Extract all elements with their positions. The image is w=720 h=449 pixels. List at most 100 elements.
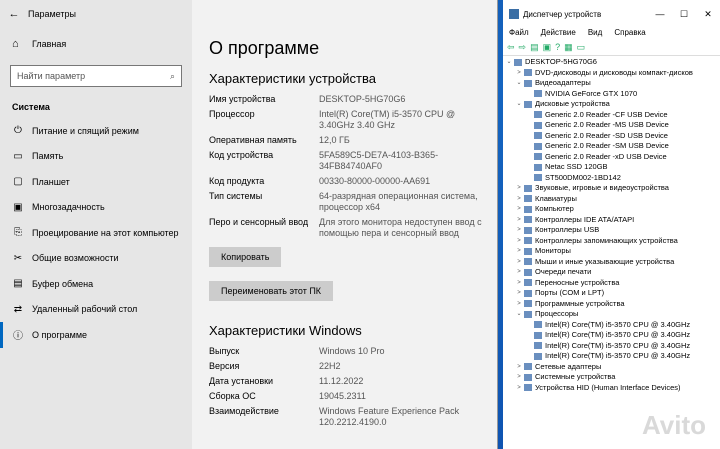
help-icon[interactable]: ? [555,42,560,53]
device-icon [524,247,532,255]
expand-arrow-icon[interactable]: > [515,278,523,289]
tree-node[interactable]: Intel(R) Core(TM) i5-3570 CPU @ 3.40GHz [503,320,720,331]
tree-node[interactable]: > Мыши и иные указывающие устройства [503,257,720,268]
tree-node-label: Generic 2.0 Reader -MS USB Device [545,120,669,129]
dm-minimize-button[interactable]: — [648,0,672,28]
tree-node[interactable]: NVIDIA GeForce GTX 1070 [503,89,720,100]
device-icon [524,289,532,297]
avito-watermark: Avito [641,410,706,440]
back-arrow-icon[interactable]: ← [0,8,28,20]
expand-arrow-icon[interactable]: > [515,225,523,236]
update-driver-icon[interactable]: ▣ [543,42,552,53]
expand-arrow-icon[interactable]: > [515,68,523,79]
scan-icon[interactable]: ▦ [564,42,573,53]
sidebar-item[interactable]: ▭ Память [0,144,192,170]
tree-node[interactable]: ⌄ Дисковые устройства [503,99,720,110]
tree-node[interactable]: Generic 2.0 Reader -SD USB Device [503,131,720,142]
menu-item[interactable]: Файл [509,28,529,40]
sidebar-item[interactable]: ▣ Многозадачность [0,195,192,221]
expand-arrow-icon[interactable]: > [515,204,523,215]
tree-node[interactable]: > Порты (COM и LPT) [503,288,720,299]
properties-icon[interactable]: ▤ [530,42,539,53]
tree-node[interactable]: ⌄ Видеоадаптеры [503,78,720,89]
dm-maximize-button[interactable]: ☐ [672,0,696,28]
menu-item[interactable]: Вид [588,28,602,40]
expand-arrow-icon[interactable]: > [515,288,523,299]
home-nav-item[interactable]: ⌂ Главная [0,33,192,55]
expand-arrow-icon[interactable]: > [515,183,523,194]
menu-item[interactable]: Справка [614,28,645,40]
tree-node-label: Intel(R) Core(TM) i5-3570 CPU @ 3.40GHz [545,340,691,350]
menu-item[interactable]: Действие [541,28,576,40]
back-icon[interactable]: ⇦ [507,42,515,53]
expand-arrow-icon[interactable]: > [515,236,523,247]
sidebar-item[interactable]: ▤ Буфер обмена [0,271,192,297]
dm-close-button[interactable]: ✕ [696,0,720,28]
sidebar-item[interactable]: ✂ Общие возможности [0,246,192,272]
tree-node[interactable]: > Мониторы [503,246,720,257]
tree-node[interactable]: Netac SSD 120GB [503,162,720,173]
expand-arrow-icon[interactable]: ⌄ [515,78,523,89]
tree-node[interactable]: > Переносные устройства [503,278,720,289]
tree-node-label: Контроллеры USB [535,225,600,234]
tree-node[interactable]: Intel(R) Core(TM) i5-3570 CPU @ 3.40GHz [503,341,720,352]
tree-node[interactable]: Generic 2.0 Reader -CF USB Device [503,110,720,121]
sidebar-item[interactable]: ⓘ О программе [0,322,192,348]
spec-row: Версия 22H2 [209,361,497,372]
sidebar-item-label: Память [32,151,64,162]
tree-node[interactable]: ⌄ Процессоры [503,309,720,320]
tree-node-label: Generic 2.0 Reader -SM USB Device [545,141,669,150]
tree-node[interactable]: > Клавиатуры [503,194,720,205]
expand-arrow-icon[interactable]: ⌄ [515,99,523,110]
tree-node[interactable]: > DVD-дисководы и дисководы компакт-диско… [503,68,720,79]
tree-node-label: Клавиатуры [535,193,577,203]
tree-node[interactable]: Generic 2.0 Reader -MS USB Device [503,120,720,131]
expand-arrow-icon[interactable]: ⌄ [505,57,513,68]
tree-node[interactable]: > Компьютер [503,204,720,215]
tree-node[interactable]: > Сетевые адаптеры [503,362,720,373]
tree-node[interactable]: > Контроллеры USB [503,225,720,236]
expand-arrow-icon[interactable]: > [515,215,523,226]
tree-node[interactable]: > Системные устройства [503,372,720,383]
tree-node-label: Компьютер [535,204,574,213]
expand-arrow-icon[interactable]: > [515,362,523,373]
tree-node[interactable]: > Очереди печати [503,267,720,278]
copy-button[interactable]: Копировать [209,247,282,267]
expand-arrow-icon[interactable]: > [515,383,523,394]
tree-node[interactable]: Generic 2.0 Reader -xD USB Device [503,152,720,163]
sidebar-item[interactable]: ⇄ Удаленный рабочий стол [0,297,192,323]
tree-node[interactable]: > Звуковые, игровые и видеоустройства [503,183,720,194]
tree-node[interactable]: Intel(R) Core(TM) i5-3570 CPU @ 3.40GHz [503,330,720,341]
tree-node[interactable]: Generic 2.0 Reader -SM USB Device [503,141,720,152]
rename-pc-button[interactable]: Переименовать этот ПК [209,281,334,301]
sidebar-item[interactable]: ⏻ Питание и спящий режим [0,118,192,144]
expand-arrow-icon[interactable]: ⌄ [515,309,523,320]
expand-arrow-icon[interactable]: > [515,267,523,278]
tree-node[interactable]: ST500DM002-1BD142 [503,173,720,184]
tree-node[interactable]: Intel(R) Core(TM) i5-3570 CPU @ 3.40GHz [503,351,720,362]
expand-arrow-icon[interactable]: > [515,194,523,205]
tree-node[interactable]: > Программные устройства [503,299,720,310]
tree-node[interactable]: > Контроллеры IDE ATA/ATAPI [503,215,720,226]
monitor-icon[interactable]: ▭ [577,42,586,53]
expand-arrow-icon[interactable]: > [515,246,523,257]
dm-window-controls: — ☐ ✕ [648,0,720,28]
tree-node[interactable]: > Устройства HID (Human Interface Devices… [503,383,720,394]
nav-icon: ▤ [13,278,23,290]
expand-arrow-icon[interactable]: > [515,299,523,310]
tree-node[interactable]: ⌄ DESKTOP-5HG70G6 [503,57,720,68]
tree-node-label: Переносные устройства [535,277,620,287]
device-specs-heading: Характеристики устройства [209,71,376,86]
home-label: Главная [32,39,67,49]
nav-icon: ⇄ [13,303,23,315]
forward-icon[interactable]: ⇨ [519,42,527,53]
sidebar-item[interactable]: ▢ Планшет [0,169,192,195]
search-input[interactable]: Найти параметр ⌕ [10,65,182,87]
spec-row: Код продукта 00330-80000-00000-AA691 [209,176,497,187]
spec-row: Сборка ОС 19045.2311 [209,391,497,402]
expand-arrow-icon[interactable]: > [515,372,523,383]
tree-node[interactable]: > Контроллеры запоминающих устройства [503,236,720,247]
spec-row: Тип системы 64-разрядная операционная сис… [209,191,497,213]
sidebar-item[interactable]: ⎘ Проецирование на этот компьютер [0,220,192,246]
expand-arrow-icon[interactable]: > [515,257,523,268]
